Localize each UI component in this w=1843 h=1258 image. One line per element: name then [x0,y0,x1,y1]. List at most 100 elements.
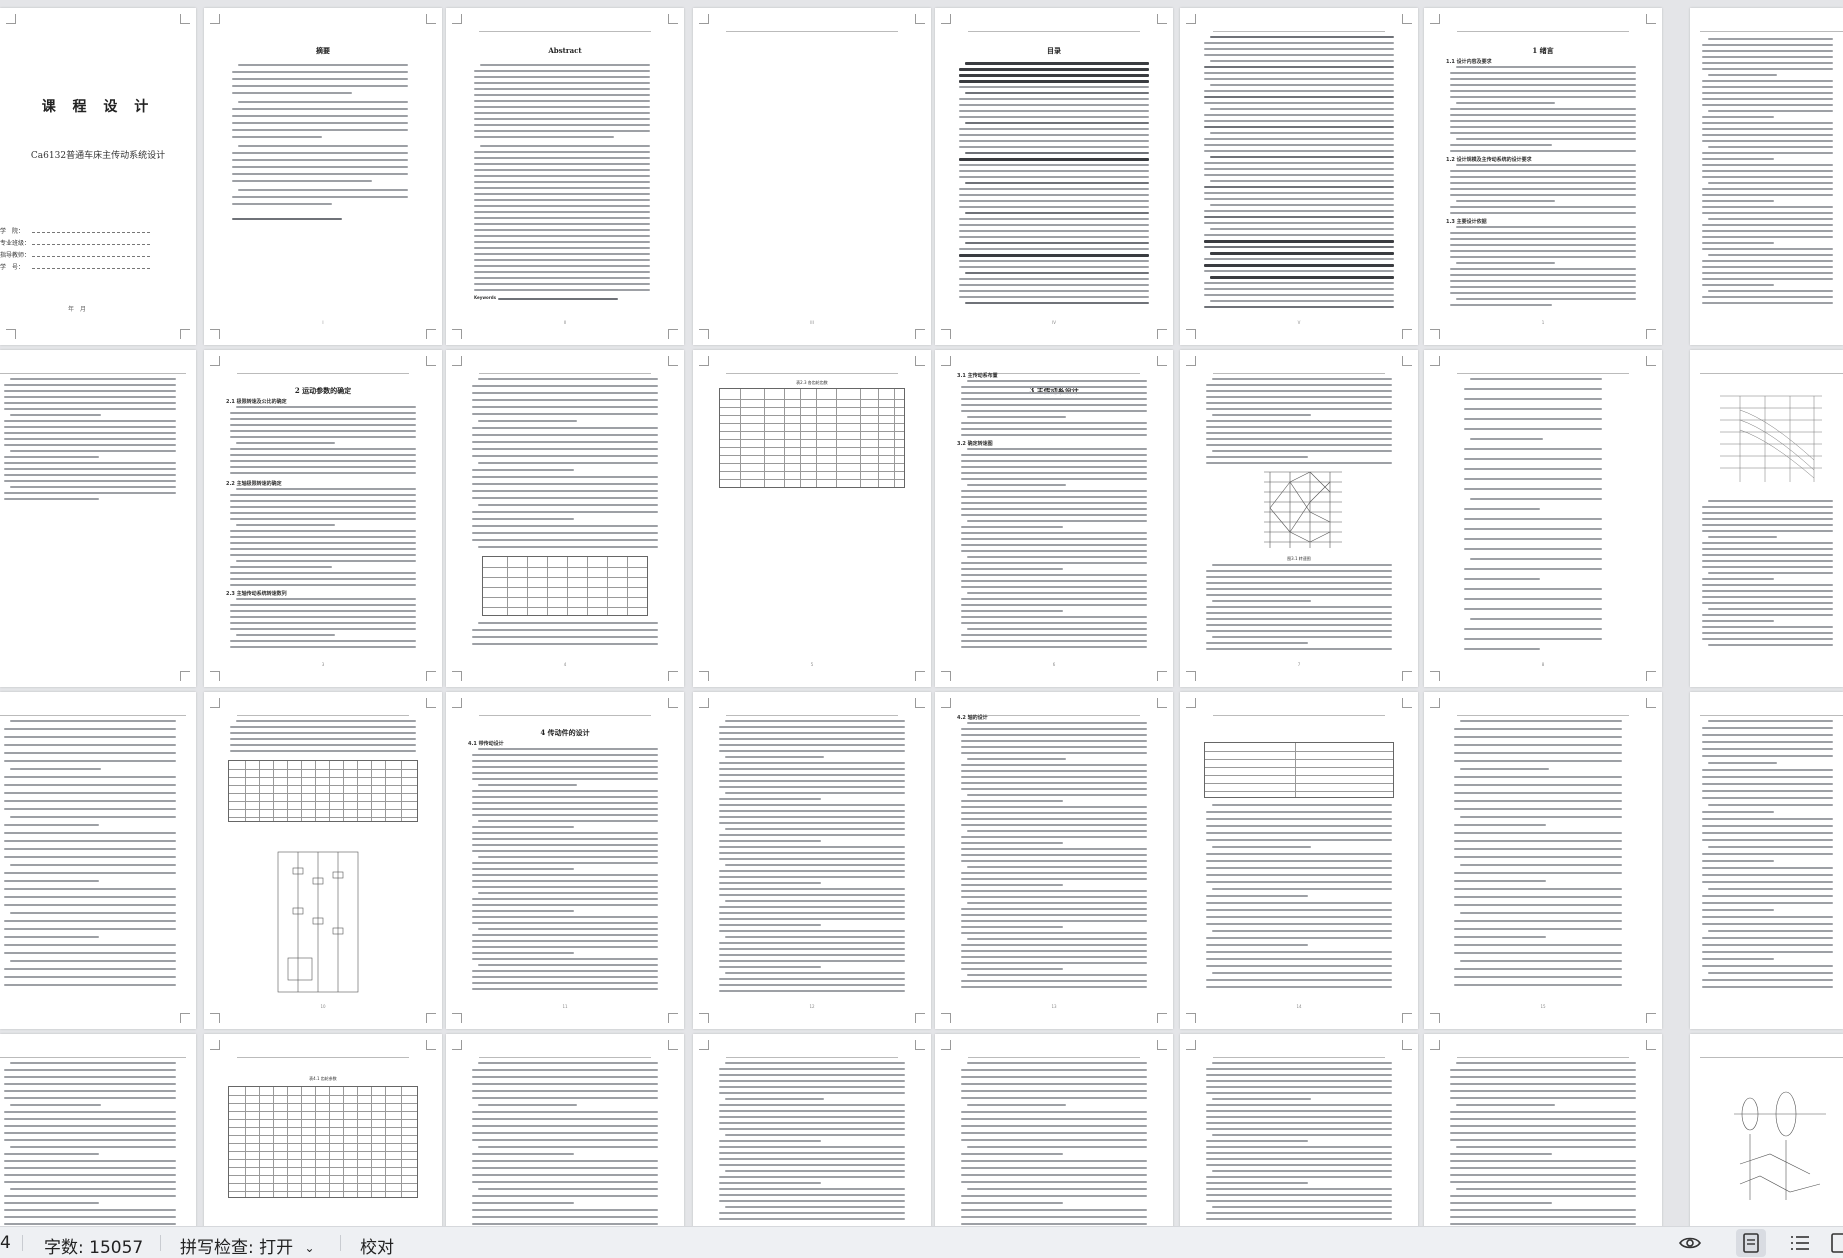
text-line [1702,542,1833,544]
page-r2-1[interactable] [0,350,196,687]
text-line [474,112,650,114]
text-line [474,124,650,126]
text-line [478,1104,577,1106]
page-partial-right[interactable] [1690,8,1843,345]
page-r2-8[interactable] [1690,350,1843,687]
text-line [4,920,176,922]
page-r3-8[interactable] [1690,692,1843,1029]
page-toc[interactable]: III [693,8,931,345]
text-line [1464,638,1602,640]
page-r4-3[interactable] [446,1034,684,1226]
page-r4-4[interactable] [693,1034,931,1226]
text-line [1206,1092,1392,1094]
page-toc-main[interactable]: 目录 IV [935,8,1173,345]
page-r4-6[interactable] [1180,1034,1418,1226]
text-line [230,732,416,734]
eye-icon[interactable] [1678,1231,1702,1255]
text-line [472,525,658,527]
page-toc-cont[interactable]: V [1180,8,1418,345]
crop-mark [915,671,925,681]
page-cover[interactable]: 课 程 设 计 Ca6132普通车床主传动系统设计 学 院： 专业班级： 指导教… [0,8,196,345]
text-line [961,1090,1147,1092]
crop-mark [452,1040,462,1050]
text-line [1450,1195,1636,1197]
word-count[interactable]: 字数: 15057 [44,1233,143,1258]
page-r3-6[interactable]: 14 [1180,692,1418,1029]
text-line [1206,642,1309,644]
text-line [1456,298,1636,300]
page-abstract-cn[interactable]: 摘要 I [204,8,442,345]
page-indicator[interactable]: 4 [0,1233,11,1253]
outline-view-icon[interactable] [1788,1231,1812,1255]
text-line [472,940,658,942]
text-line [719,1110,905,1112]
text-line [719,948,905,950]
text-line [719,1140,822,1142]
text-line [478,748,658,750]
page-r4-8[interactable] [1690,1034,1843,1226]
spell-check-toggle[interactable]: 拼写检查: 打开 ⌄ [180,1233,315,1258]
toc-entry-line [1204,78,1394,80]
running-header [0,1052,186,1058]
text-line [236,634,335,636]
crop-mark [210,356,220,366]
text-line [961,836,1147,838]
text-line [4,462,176,464]
page-r3-5[interactable]: 4.2 轴的设计 13 [935,692,1173,1029]
text-line [232,92,352,94]
text-line [1450,286,1636,288]
page-r2-3[interactable]: 4 [446,350,684,687]
toc-entry-line [1210,84,1394,86]
text-line [230,412,416,414]
page-r2-7[interactable]: 8 [1424,350,1662,687]
text-line [472,976,658,978]
page-r2-6[interactable]: 图3.1 转速图 7 [1180,350,1418,687]
text-line [232,196,408,198]
page-r2-4[interactable]: 表2.3 各齿轮齿数 5 [693,350,931,687]
toc-entry-line [1210,36,1394,38]
crop-mark [1402,671,1412,681]
page-r4-2[interactable]: 表4.1 齿轮参数 [204,1034,442,1226]
crop-mark [6,329,16,339]
text-line [232,115,408,117]
page-number: 4 [563,662,567,667]
page-abstract-en[interactable]: Abstract Keywords II [446,8,684,345]
crop-mark [1186,14,1196,24]
page-view-button[interactable] [1736,1229,1766,1257]
page-r4-7[interactable] [1424,1034,1662,1226]
text-line [4,752,176,754]
text-line [961,1139,1147,1141]
crop-mark [210,329,220,339]
text-line [719,924,822,926]
text-line [1464,468,1602,470]
text-line [472,1118,658,1120]
text-line [1206,1110,1392,1112]
text-line [719,816,905,818]
text-line [4,896,176,898]
page-chapter-3[interactable]: 3 主传动系设计 3.1 主传动系布置 3.2 确定转速图 6 [935,350,1173,687]
web-view-icon[interactable] [1830,1231,1843,1255]
text-line [1450,212,1636,214]
page-r3-2[interactable]: 10 [204,692,442,1029]
page-r3-4[interactable]: 12 [693,692,931,1029]
document-canvas[interactable]: 课 程 设 计 Ca6132普通车床主传动系统设计 学 院： 专业班级： 指导教… [0,0,1843,1226]
text-line [719,834,905,836]
page-chapter-1[interactable]: 1 绪言 1.1 设计内容及要求 1.2 设计规模及主传动系统的设计要求 1.3… [1424,8,1662,345]
toc-entry-line [1204,210,1394,212]
cover-title: 课 程 设 计 [41,99,155,115]
page-r4-1[interactable] [0,1034,196,1226]
page-r3-7[interactable]: 15 [1424,692,1662,1029]
text-line [236,720,416,722]
page-chapter-2[interactable]: 2 运动参数的确定 2.1 极限转速及公比的确定 2.2 主轴极限转速的确定 2… [204,350,442,687]
toc-entry-line [959,146,1149,148]
proofread-button[interactable]: 校对 [360,1233,394,1258]
page-r3-1[interactable] [0,692,196,1029]
toc-entry-line [1204,234,1394,236]
text-line [1454,776,1622,778]
page-chapter-4[interactable]: 4 传动件的设计 4.1 带传动设计 11 [446,692,684,1029]
page-r4-5[interactable] [935,1034,1173,1226]
text-line [472,760,658,762]
text-line [1206,923,1392,925]
crop-mark [941,671,951,681]
text-line [1206,979,1392,981]
